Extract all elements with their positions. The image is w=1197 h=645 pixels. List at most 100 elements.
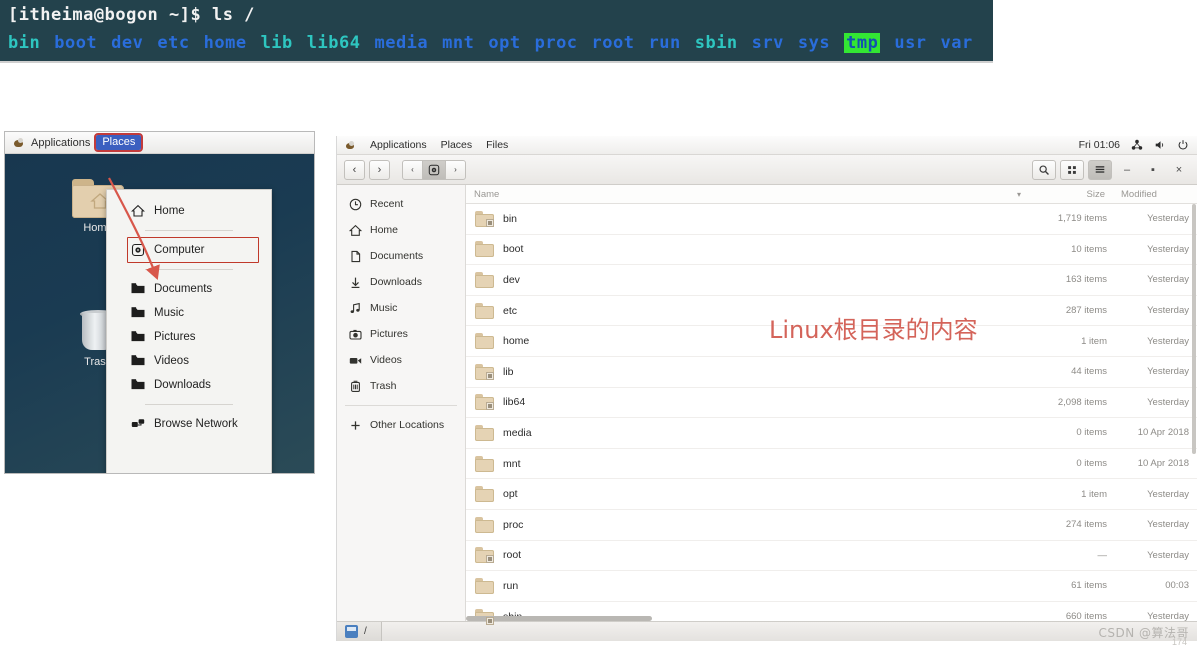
table-row[interactable]: dev 163 items Yesterday (466, 265, 1197, 296)
menu-places[interactable]: Places (441, 139, 473, 151)
vertical-scrollbar[interactable] (1192, 204, 1197, 640)
file-modified-cell: Yesterday (1147, 519, 1189, 531)
system-clock[interactable]: Fri 01:06 (1079, 139, 1120, 151)
close-button[interactable]: × (1168, 160, 1190, 180)
table-row[interactable]: opt 1 item Yesterday (466, 479, 1197, 510)
file-modified-cell: 10 Apr 2018 (1137, 458, 1189, 470)
table-row[interactable]: root — Yesterday (466, 541, 1197, 572)
file-list-pane[interactable]: Name ▾ Size Modified bin 1,719 items Yeste… (466, 185, 1197, 640)
sidebar-item-pictures-label: Pictures (370, 328, 408, 340)
file-name-label: boot (503, 243, 524, 256)
table-row[interactable]: run 61 items 00:03 (466, 571, 1197, 602)
menu-applications[interactable]: Applications (370, 139, 427, 151)
symlink-badge-icon (486, 371, 494, 380)
terminal-entry-boot: boot (54, 33, 98, 53)
sidebar-item-trash[interactable]: Trash (337, 373, 465, 399)
minimize-button[interactable]: – (1116, 160, 1138, 180)
breadcrumb-prev-button[interactable]: ‹ (402, 159, 423, 180)
folder-icon (131, 306, 145, 320)
file-size-cell: 0 items (1076, 458, 1107, 470)
sidebar-item-music[interactable]: Music (337, 295, 465, 321)
home-icon (349, 224, 362, 236)
sidebar-item-recent-label: Recent (370, 198, 404, 210)
files-sidebar[interactable]: Recent Home Documents Downloads Music Pi… (337, 185, 466, 640)
back-button[interactable]: ‹ (344, 159, 365, 180)
file-name-cell: boot (466, 241, 1011, 258)
table-row[interactable]: boot 10 items Yesterday (466, 235, 1197, 266)
folder-icon (475, 455, 494, 472)
file-name-label: media (503, 426, 532, 439)
sidebar-item-downloads[interactable]: Downloads (337, 269, 465, 295)
computer-icon (428, 164, 440, 175)
vertical-scrollbar-thumb[interactable] (1192, 204, 1196, 454)
file-name-label: lib64 (503, 396, 526, 409)
file-size-cell: 1 item (1081, 488, 1107, 500)
path-bar-root[interactable]: / (337, 621, 382, 641)
places-item-music[interactable]: Music (107, 301, 271, 325)
grid-view-button[interactable] (1060, 159, 1084, 180)
file-size-cell: 287 items (1065, 305, 1107, 317)
maximize-button[interactable]: ▪ (1142, 160, 1164, 180)
sidebar-item-pictures[interactable]: Pictures (337, 321, 465, 347)
column-header-size[interactable]: Size (1027, 189, 1111, 200)
menu-files[interactable]: Files (486, 139, 508, 151)
sidebar-item-other-locations-label: Other Locations (370, 419, 445, 431)
places-item-pictures[interactable]: Pictures (107, 325, 271, 349)
network-icon[interactable] (1131, 139, 1143, 151)
search-button[interactable] (1032, 159, 1056, 180)
sidebar-item-videos[interactable]: Videos (337, 347, 465, 373)
table-row[interactable]: lib64 2,098 items Yesterday (466, 388, 1197, 419)
file-size-cell: 1,719 items (1057, 213, 1107, 225)
places-item-browse-network[interactable]: Browse Network (107, 412, 271, 436)
forward-button[interactable]: › (369, 159, 390, 180)
power-icon[interactable] (1177, 139, 1189, 151)
sidebar-item-recent[interactable]: Recent (337, 191, 465, 217)
breadcrumb-computer-button[interactable] (422, 159, 446, 180)
terminal-entry-lib: lib (260, 33, 293, 53)
folder-symlink-icon (475, 547, 494, 564)
table-row[interactable]: home 1 item Yesterday (466, 326, 1197, 357)
table-row[interactable]: proc 274 items Yesterday (466, 510, 1197, 541)
table-row[interactable]: bin 1,719 items Yesterday (466, 204, 1197, 235)
file-name-label: etc (503, 304, 518, 317)
volume-icon[interactable] (1154, 139, 1166, 151)
file-rows-container[interactable]: bin 1,719 items Yesterday boot 10 items Yeste… (466, 204, 1197, 633)
file-size-cell: 61 items (1071, 580, 1107, 592)
sort-indicator-icon[interactable]: ▾ (1011, 190, 1027, 199)
file-name-label: proc (503, 518, 524, 531)
table-row[interactable]: media 0 items 10 Apr 2018 (466, 418, 1197, 449)
list-view-button[interactable] (1088, 159, 1112, 180)
places-item-videos[interactable]: Videos (107, 349, 271, 373)
breadcrumb-next-button[interactable]: › (445, 159, 466, 180)
folder-icon (475, 424, 494, 441)
breadcrumb[interactable]: ‹ › (402, 159, 466, 180)
file-name-cell: run (466, 577, 1011, 594)
column-header-name[interactable]: Name (466, 189, 1011, 200)
download-icon (351, 277, 360, 288)
table-row[interactable]: lib 44 items Yesterday (466, 357, 1197, 388)
files-window[interactable]: Applications Places Files Fri 01:06 ‹ › … (336, 136, 1197, 641)
sidebar-item-home[interactable]: Home (337, 217, 465, 243)
table-row[interactable]: etc 287 items Yesterday (466, 296, 1197, 327)
sidebar-item-other-locations[interactable]: Other Locations (337, 412, 465, 438)
symlink-badge-icon (486, 616, 494, 625)
menu-applications[interactable]: Applications (31, 137, 90, 149)
menu-places[interactable]: Places (94, 133, 144, 152)
camera-icon (349, 329, 362, 340)
search-icon (1039, 164, 1049, 175)
column-headers[interactable]: Name ▾ Size Modified (466, 185, 1197, 204)
sidebar-item-documents[interactable]: Documents (337, 243, 465, 269)
file-size-cell: 44 items (1071, 366, 1107, 378)
terminal-window[interactable]: [itheima@bogon ~]$ ls / bin boot dev etc hom… (0, 0, 993, 63)
column-header-modified[interactable]: Modified (1111, 189, 1197, 200)
table-row[interactable]: mnt 0 items 10 Apr 2018 (466, 449, 1197, 480)
file-size-cell: 2,098 items (1057, 396, 1107, 408)
places-item-downloads[interactable]: Downloads (107, 373, 271, 397)
files-toolbar[interactable]: ‹ › ‹ › – ▪ × (337, 155, 1197, 185)
folder-icon (475, 271, 494, 288)
places-item-browse-network-label: Browse Network (154, 418, 238, 430)
document-icon (351, 250, 361, 262)
desktop-screenshot: Applications Places Home Trash Home Comp… (4, 131, 315, 474)
file-modified-cell: 00:03 (1165, 580, 1189, 592)
sidebar-item-downloads-label: Downloads (370, 276, 422, 288)
